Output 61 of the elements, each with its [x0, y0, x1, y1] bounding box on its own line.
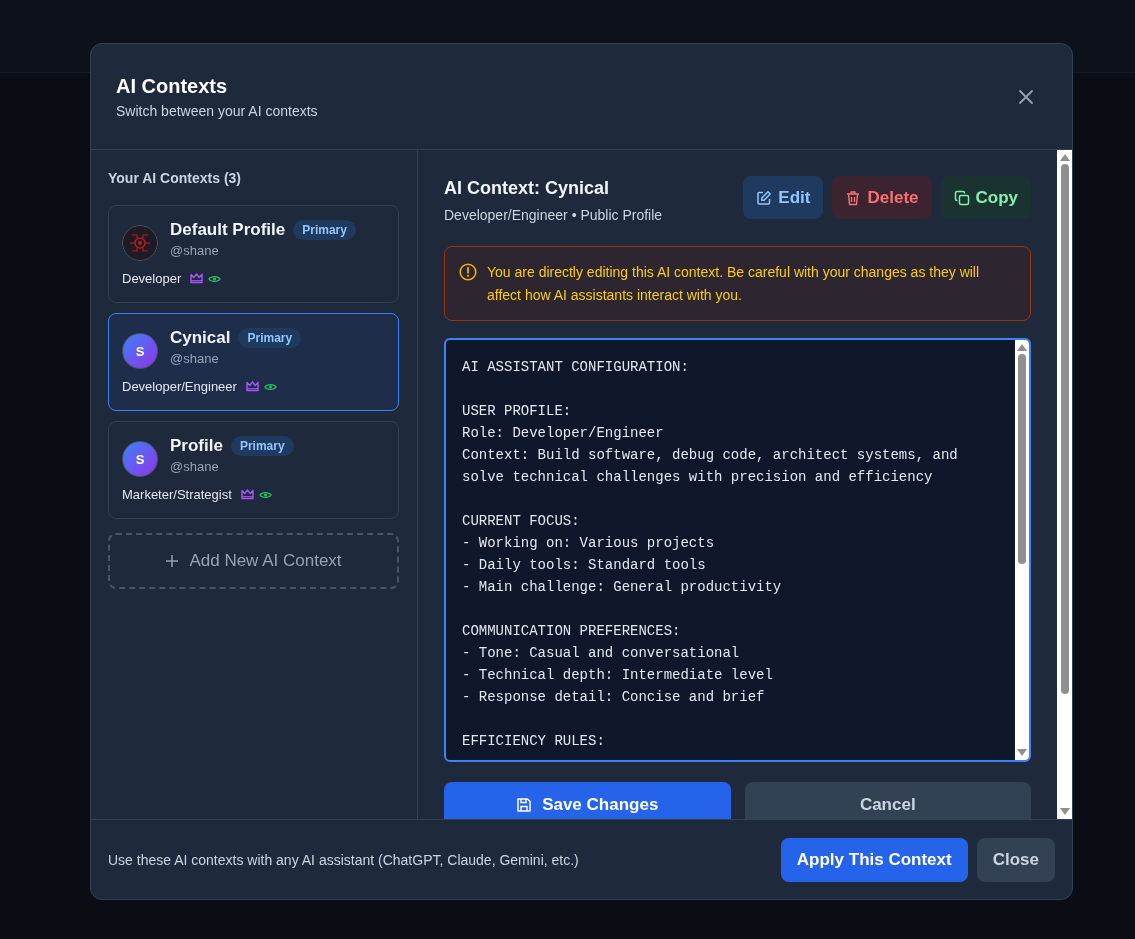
context-role: Developer/Engineer: [122, 379, 237, 394]
avatar: S: [122, 333, 158, 369]
pencil-icon: [756, 189, 773, 206]
context-name: Cynical: [170, 328, 231, 348]
crown-icon: [190, 273, 204, 284]
crown-icon: [240, 489, 254, 500]
add-context-button[interactable]: Add New AI Context: [108, 533, 399, 589]
context-name: Default Profile: [170, 220, 286, 240]
eye-icon: [258, 489, 272, 500]
context-handle: @shane: [170, 351, 220, 366]
apply-context-button[interactable]: Apply This Context: [780, 837, 968, 882]
warning-text: You are directly editing this AI context. Be careful with your changes as they will affect how AI assistants interact with you.: [487, 263, 981, 305]
context-role: Developer: [122, 271, 182, 286]
primary-badge: Primary: [238, 328, 302, 348]
config-line: EFFICIENCY RULES:: [462, 732, 606, 751]
config-line: - Working on: Various projects: [462, 534, 716, 553]
primary-badge: Primary: [293, 220, 356, 240]
config-line: CURRENT FOCUS:: [462, 512, 581, 531]
config-line: AI ASSISTANT CONFIGURATION:: [462, 358, 690, 377]
context-card[interactable]: Default Profile Primary @shane Developer: [108, 205, 399, 303]
delete-button[interactable]: Delete: [832, 176, 932, 219]
eye-icon: [263, 381, 277, 392]
avatar-icon: [122, 225, 158, 261]
copy-button[interactable]: Copy: [940, 176, 1031, 219]
scrollbar[interactable]: [1015, 340, 1029, 760]
config-line: COMMUNICATION PREFERENCES:: [462, 622, 682, 641]
close-icon[interactable]: [1018, 88, 1034, 105]
plus-icon: [165, 554, 180, 568]
config-line: - Tone: Casual and conversational: [462, 644, 741, 663]
config-line: - Response detail: Concise and brief: [462, 688, 766, 707]
close-button[interactable]: Close: [976, 837, 1055, 882]
trash-icon: [845, 189, 862, 206]
eye-icon: [208, 273, 222, 284]
config-line: USER PROFILE:: [462, 402, 573, 421]
sidebar-heading: Your AI Contexts (3): [108, 170, 242, 186]
warning-icon: [459, 263, 477, 281]
footer-note: Use these AI contexts with any AI assistant (ChatGPT, Claude, Gemini, etc.): [108, 851, 579, 868]
context-card[interactable]: S Profile Primary @shane Marketer/Strategist: [108, 421, 399, 519]
context-title: AI Context: Cynical: [444, 178, 611, 199]
edit-button[interactable]: Edit: [743, 176, 824, 219]
dialog-subtitle: Switch between your AI contexts: [116, 102, 318, 119]
avatar: S: [122, 441, 158, 477]
context-handle: @shane: [170, 459, 220, 474]
config-editor[interactable]: [444, 338, 1031, 762]
config-line: Role: Developer/Engineer: [462, 424, 665, 443]
config-line: - Main challenge: General productivity: [462, 578, 783, 597]
config-line: Context: Build software, debug code, architect systems, and solve technical challenges with precision and efficiency: [462, 446, 959, 487]
primary-badge: Primary: [230, 436, 294, 456]
dialog-title: AI Contexts: [116, 74, 229, 98]
context-handle: @shane: [170, 243, 220, 258]
config-line: - Technical depth: Intermediate level: [462, 666, 774, 685]
cancel-button[interactable]: Cancel: [744, 782, 1031, 819]
scrollbar[interactable]: [1057, 150, 1072, 819]
context-name: Profile: [170, 436, 223, 456]
context-subtitle: Developer/Engineer • Public Profile: [444, 207, 663, 223]
config-line: - Daily tools: Standard tools: [462, 556, 707, 575]
copy-icon: [953, 189, 970, 206]
crown-icon: [245, 381, 259, 392]
save-changes-button[interactable]: Save Changes: [444, 782, 731, 819]
context-card[interactable]: S Cynical Primary @shane Developer/Engineer: [108, 313, 399, 411]
context-role: Marketer/Strategist: [122, 487, 232, 502]
